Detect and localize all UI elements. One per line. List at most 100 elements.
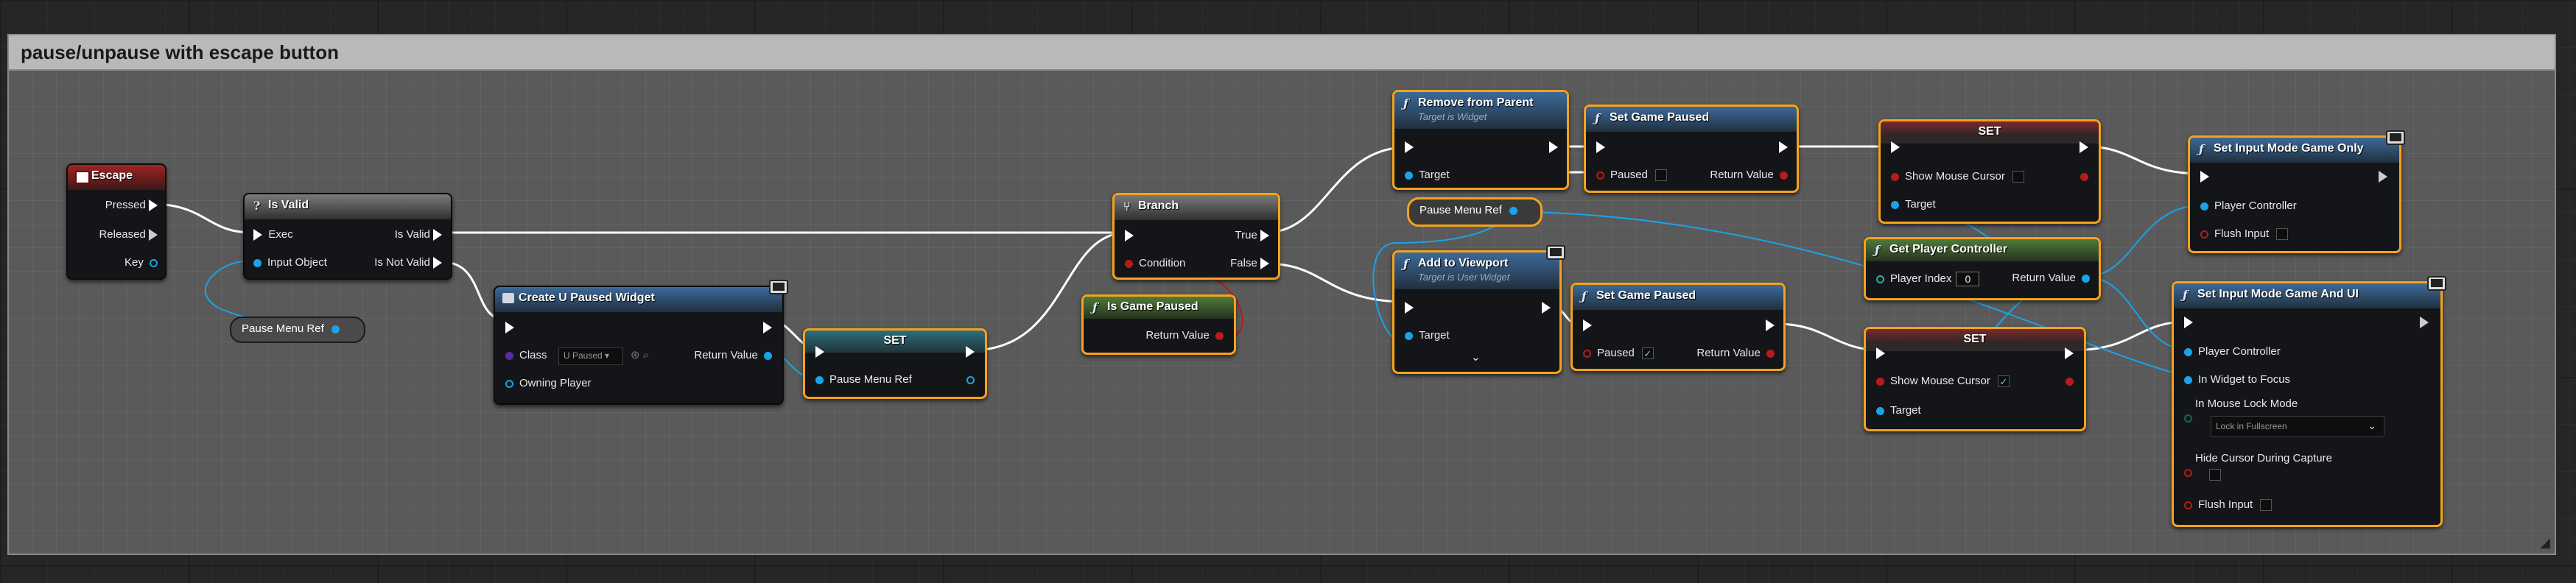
- show-mouse-cursor-pin[interactable]: Show Mouse Cursor: [1891, 170, 2024, 183]
- exec-in-pin[interactable]: [1405, 141, 1414, 154]
- flush-input-pin[interactable]: Flush Input: [2184, 498, 2273, 512]
- set-game-paused-node-1[interactable]: ƒ Set Game Paused Paused Return Value: [1584, 105, 1799, 193]
- show-mouse-cursor-out-pin[interactable]: [2080, 170, 2088, 183]
- pause-menu-ref-out-pin[interactable]: [966, 373, 975, 386]
- remove-from-parent-node[interactable]: ƒ Remove from Parent Target is Widget Ta…: [1392, 90, 1569, 190]
- set-node-header[interactable]: SET: [1881, 121, 2099, 144]
- show-mouse-cursor-out-pin[interactable]: [2066, 375, 2074, 388]
- is-not-valid-out-pin[interactable]: Is Not Valid: [374, 256, 442, 269]
- set-input-mode-game-only-header[interactable]: ƒ Set Input Mode Game Only: [2190, 138, 2399, 163]
- input-object-pin[interactable]: Input Object: [253, 256, 327, 269]
- paused-checkbox[interactable]: [1654, 169, 1667, 182]
- exec-out-pin[interactable]: [2065, 347, 2074, 360]
- exec-in-pin[interactable]: [1596, 141, 1605, 154]
- show-mouse-cursor-checkbox[interactable]: ✓: [1997, 375, 2010, 388]
- player-index-pin[interactable]: Player Index 0: [1876, 272, 1980, 286]
- pause-menu-ref-getter[interactable]: Pause Menu Ref: [1407, 197, 1543, 227]
- return-value-pin[interactable]: Return Value: [1145, 329, 1224, 342]
- get-player-controller-node[interactable]: ƒ Get Player Controller Player Index 0 Re…: [1864, 237, 2101, 300]
- exec-out-pin[interactable]: [2379, 170, 2387, 183]
- exec-in-pin[interactable]: [2200, 170, 2209, 183]
- target-pin[interactable]: Target: [1405, 329, 1450, 342]
- is-valid-node-header[interactable]: ? Is Valid: [245, 194, 451, 219]
- set-show-mouse-cursor-node-1[interactable]: SET Show Mouse Cursor Target: [1878, 119, 2101, 224]
- pause-menu-ref-pin[interactable]: Pause Menu Ref: [815, 373, 912, 386]
- exec-out-pin[interactable]: [1549, 141, 1558, 154]
- get-player-controller-header[interactable]: ƒ Get Player Controller: [1866, 239, 2099, 261]
- paused-checkbox[interactable]: ✓: [1641, 347, 1654, 360]
- show-mouse-cursor-pin[interactable]: Show Mouse Cursor ✓: [1876, 375, 2010, 388]
- is-game-paused-header[interactable]: ƒ Is Game Paused: [1084, 297, 1234, 319]
- flush-input-pin[interactable]: Flush Input: [2200, 227, 2289, 241]
- escape-node[interactable]: Escape Pressed Released Key: [66, 163, 166, 280]
- target-pin[interactable]: Target: [1405, 169, 1450, 182]
- is-game-paused-node[interactable]: ƒ Is Game Paused Return Value: [1081, 294, 1236, 355]
- set-game-paused-header[interactable]: ƒ Set Game Paused: [1573, 285, 1783, 310]
- class-pin[interactable]: Class: [505, 349, 547, 362]
- player-index-input[interactable]: 0: [1956, 272, 1980, 286]
- create-widget-node[interactable]: Create U Paused Widget Class U Paused ▾ …: [494, 280, 788, 405]
- exec-out-pin[interactable]: [1779, 141, 1788, 154]
- pressed-pin[interactable]: Pressed: [105, 199, 158, 212]
- set-node-header[interactable]: SET: [1866, 329, 2084, 351]
- escape-node-header[interactable]: Escape: [68, 165, 165, 190]
- key-pin[interactable]: Key: [124, 256, 158, 269]
- condition-pin[interactable]: Condition: [1125, 257, 1185, 270]
- mouse-lock-mode-dropdown[interactable]: Lock in Fullscreen ⌄: [2211, 416, 2384, 437]
- remove-from-parent-header[interactable]: ƒ Remove from Parent Target is Widget: [1394, 92, 1567, 129]
- set-game-paused-node-2[interactable]: ƒ Set Game Paused Paused ✓ Return Value: [1570, 283, 1786, 371]
- set-input-mode-game-and-ui-header[interactable]: ƒ Set Input Mode Game And UI: [2174, 283, 2440, 308]
- exec-out-pin[interactable]: [2080, 141, 2088, 154]
- expand-arrow-icon[interactable]: ⌄: [1471, 351, 1481, 364]
- released-pin[interactable]: Released: [99, 228, 158, 241]
- target-pin[interactable]: Target: [1891, 198, 1936, 211]
- exec-in-pin[interactable]: [1405, 301, 1414, 314]
- return-value-pin[interactable]: Return Value: [694, 349, 772, 362]
- exec-in-pin[interactable]: [505, 321, 514, 334]
- false-pin[interactable]: False: [1230, 257, 1269, 270]
- target-pin[interactable]: Target: [1876, 404, 1921, 417]
- paused-pin[interactable]: Paused: [1596, 169, 1667, 182]
- exec-in-pin[interactable]: [2184, 316, 2193, 329]
- exec-in-pin[interactable]: [1876, 347, 1885, 360]
- pause-menu-ref-getter[interactable]: Pause Menu Ref: [230, 317, 365, 343]
- exec-in-pin[interactable]: Exec: [253, 228, 293, 241]
- return-value-pin[interactable]: Return Value: [1696, 347, 1775, 360]
- flush-input-checkbox[interactable]: [2260, 499, 2273, 512]
- set-show-mouse-cursor-node-2[interactable]: SET Show Mouse Cursor ✓ Target: [1864, 327, 2086, 431]
- exec-out-pin[interactable]: [1542, 301, 1551, 314]
- show-mouse-cursor-checkbox[interactable]: [2012, 171, 2024, 183]
- exec-out-pin[interactable]: [763, 321, 772, 334]
- exec-in-pin[interactable]: [1125, 229, 1134, 242]
- is-valid-node[interactable]: ? Is Valid Exec Input Object Is Valid Is…: [243, 193, 452, 280]
- branch-node[interactable]: ⑂ Branch Condition True False: [1112, 193, 1280, 280]
- set-game-paused-header[interactable]: ƒ Set Game Paused: [1586, 107, 1797, 132]
- browse-icon[interactable]: ⊛ ⌕: [631, 349, 649, 362]
- exec-in-pin[interactable]: [1583, 319, 1592, 332]
- return-value-pin[interactable]: Return Value: [2012, 272, 2090, 285]
- exec-out-pin[interactable]: [966, 345, 975, 358]
- set-input-mode-game-only-node[interactable]: ƒ Set Input Mode Game Only Player Contro…: [2188, 130, 2405, 253]
- create-widget-header[interactable]: Create U Paused Widget: [495, 287, 782, 312]
- add-to-viewport-node[interactable]: ƒ Add to Viewport Target is User Widget …: [1392, 245, 1565, 374]
- owning-player-pin[interactable]: Owning Player: [505, 377, 592, 390]
- flush-input-checkbox[interactable]: [2276, 228, 2289, 241]
- in-widget-to-focus-pin[interactable]: In Widget to Focus: [2184, 373, 2290, 386]
- return-value-pin[interactable]: Return Value: [1710, 169, 1788, 182]
- add-to-viewport-header[interactable]: ƒ Add to Viewport Target is User Widget: [1394, 252, 1559, 289]
- exec-in-pin[interactable]: [1891, 141, 1900, 154]
- paused-pin[interactable]: Paused ✓: [1583, 347, 1654, 360]
- branch-node-header[interactable]: ⑂ Branch: [1115, 195, 1278, 220]
- hide-cursor-during-capture-pin[interactable]: Hide Cursor During Capture: [2184, 452, 2335, 477]
- is-valid-out-pin[interactable]: Is Valid: [395, 228, 442, 241]
- exec-out-pin[interactable]: [1766, 319, 1775, 332]
- exec-in-pin[interactable]: [815, 345, 824, 358]
- player-controller-pin[interactable]: Player Controller: [2200, 199, 2297, 213]
- player-controller-pin[interactable]: Player Controller: [2184, 345, 2281, 358]
- class-dropdown[interactable]: U Paused ▾: [558, 347, 623, 365]
- hide-cursor-checkbox[interactable]: [2209, 469, 2221, 481]
- set-input-mode-game-and-ui-node[interactable]: ƒ Set Input Mode Game And UI Player Cont…: [2172, 276, 2446, 527]
- true-pin[interactable]: True: [1235, 229, 1269, 242]
- exec-out-pin[interactable]: [2420, 316, 2429, 329]
- set-node-header[interactable]: SET: [805, 331, 985, 353]
